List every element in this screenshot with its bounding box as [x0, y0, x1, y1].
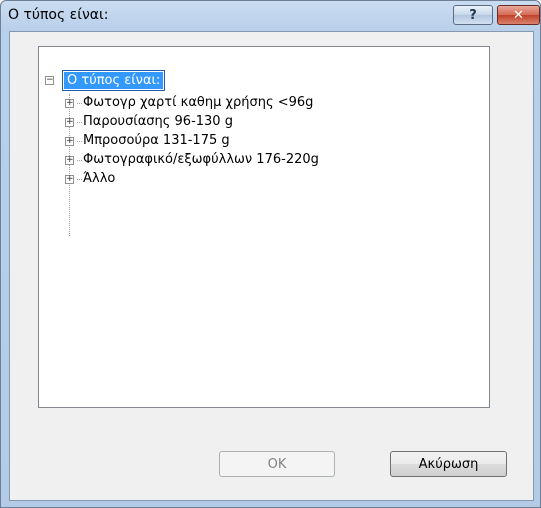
- tree-connector-line: [77, 179, 82, 180]
- help-icon: ?: [469, 7, 477, 23]
- tree-item-brochure[interactable]: Μπροσούρα 131-175 g: [83, 133, 230, 151]
- expand-icon[interactable]: +: [65, 137, 74, 146]
- tree-root-label[interactable]: Ο τύπος είναι:: [61, 70, 166, 91]
- tree-connector-line: [77, 103, 82, 104]
- tree-connector-line: [77, 160, 82, 161]
- tree-connector-line: [77, 141, 82, 142]
- tree-connector-line: [69, 94, 70, 236]
- expand-icon[interactable]: +: [65, 175, 74, 184]
- tree-connector-line: [77, 122, 82, 123]
- expand-icon[interactable]: +: [65, 118, 74, 127]
- collapse-icon[interactable]: −: [45, 76, 54, 85]
- close-button[interactable]: ✕: [497, 5, 540, 25]
- expand-icon[interactable]: +: [65, 99, 74, 108]
- ok-button[interactable]: OK: [219, 451, 335, 477]
- help-button[interactable]: ?: [453, 5, 493, 25]
- window-title: Ο τύπος είναι:: [8, 7, 109, 23]
- close-icon: ✕: [513, 7, 524, 23]
- dialog-window: Ο τύπος είναι: ? ✕ − Ο τύπος είναι: + Φω…: [0, 0, 541, 508]
- tree-item-photo-cover[interactable]: Φωτογραφικό/εξωφύλλων 176-220g: [83, 152, 319, 170]
- tree-item-presentation[interactable]: Παρουσίασης 96-130 g: [83, 114, 233, 132]
- expand-icon[interactable]: +: [65, 156, 74, 165]
- title-bar[interactable]: Ο τύπος είναι: ? ✕: [1, 1, 540, 31]
- cancel-button[interactable]: Ακύρωση: [390, 451, 507, 477]
- tree-item-other[interactable]: Άλλο: [83, 171, 115, 189]
- tree-item-photo-paper[interactable]: Φωτογρ χαρτί καθημ χρήσης <96g: [83, 95, 313, 113]
